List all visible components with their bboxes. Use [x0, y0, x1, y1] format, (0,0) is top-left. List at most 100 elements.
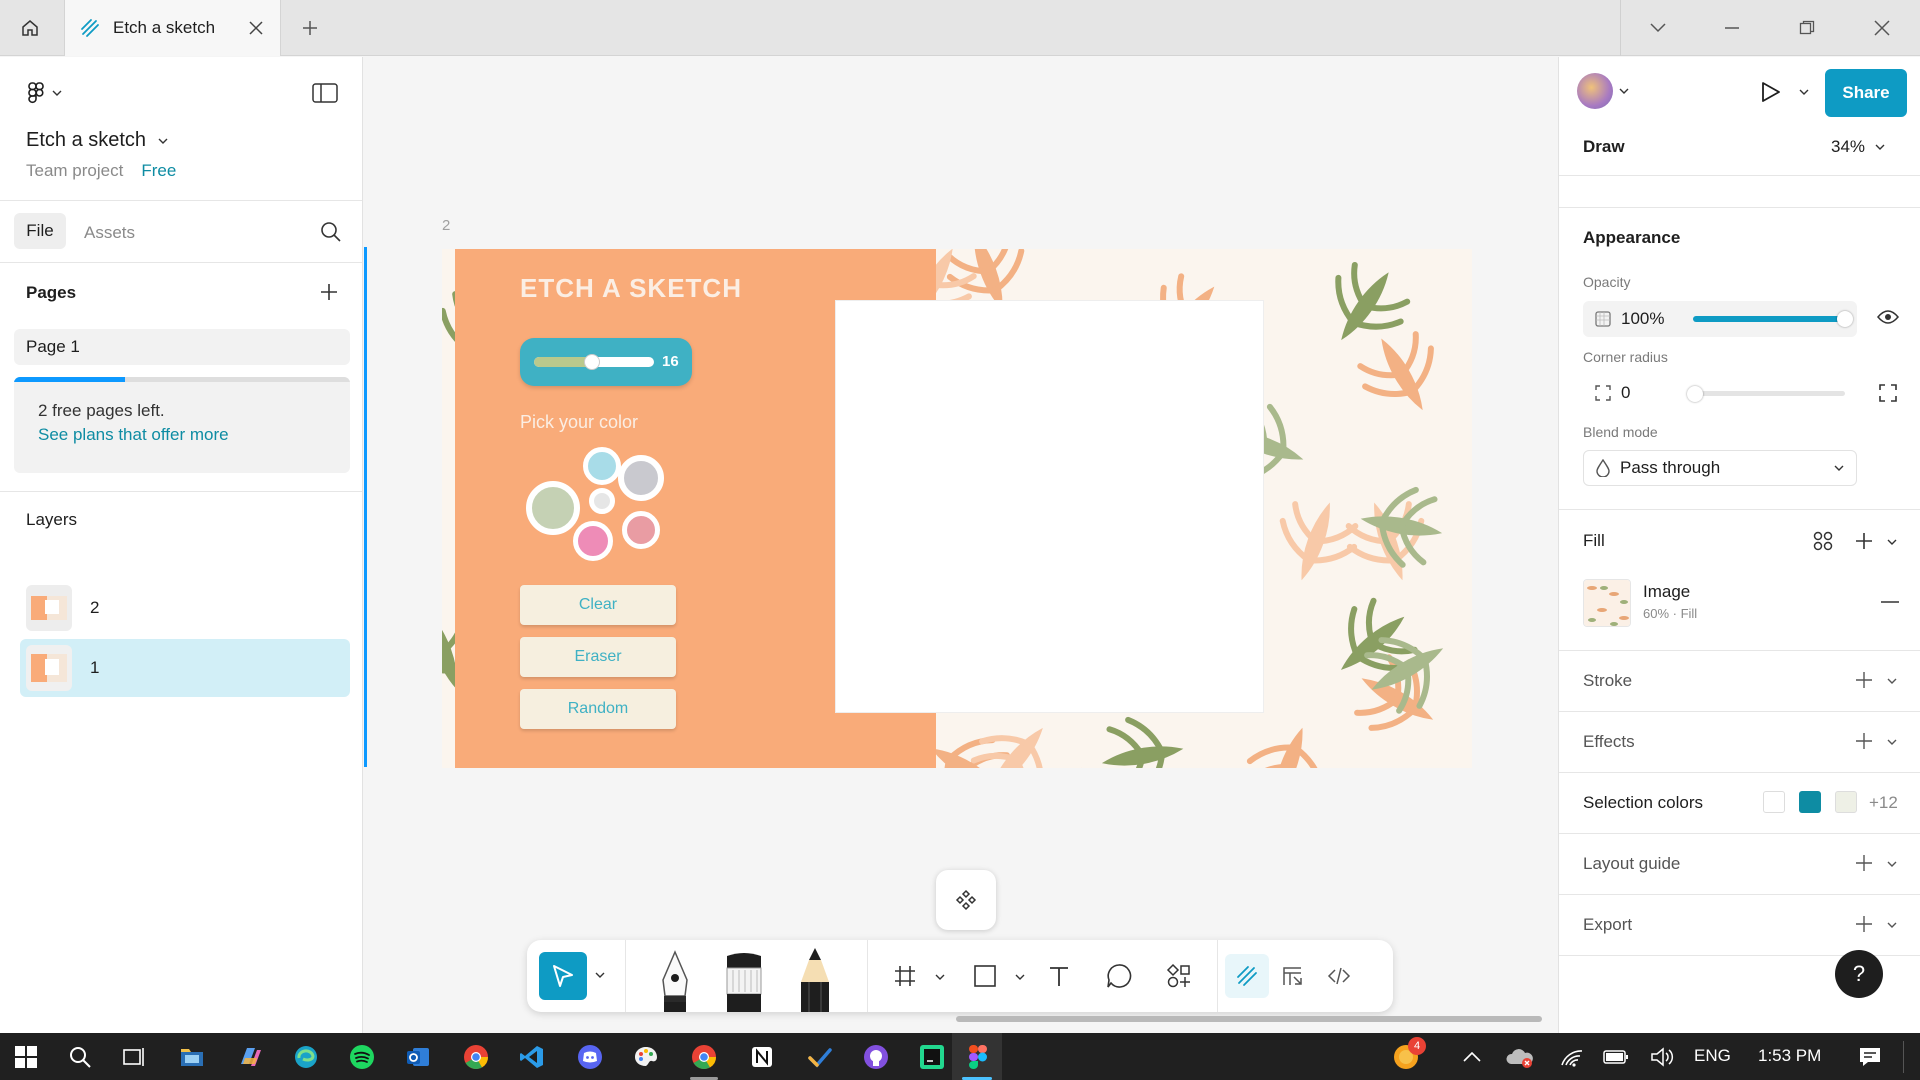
chevron-down-icon[interactable]	[1887, 861, 1897, 867]
add-page-icon[interactable]	[320, 283, 338, 301]
eraser-button[interactable]: Eraser	[520, 637, 676, 677]
chevron-down-icon[interactable]	[1015, 974, 1025, 980]
size-slider-thumb[interactable]	[584, 354, 600, 370]
spotify-icon[interactable]	[346, 1041, 378, 1073]
comment-tool[interactable]	[1097, 954, 1141, 998]
selection-color-cream[interactable]	[1835, 791, 1857, 813]
remove-fill-icon[interactable]	[1881, 600, 1899, 604]
assets-tool[interactable]	[1157, 954, 1201, 998]
drawing-area[interactable]	[835, 300, 1264, 713]
share-button[interactable]: Share	[1825, 69, 1907, 117]
actions-button[interactable]	[936, 870, 996, 930]
tab-assets[interactable]: Assets	[84, 223, 135, 243]
chevron-down-icon[interactable]	[1640, 14, 1676, 42]
eye-icon[interactable]	[1877, 309, 1899, 325]
clear-button[interactable]: Clear	[520, 585, 676, 625]
frame-tool[interactable]	[883, 954, 927, 998]
color-swatch-sage[interactable]	[526, 481, 580, 535]
pen-tool[interactable]	[655, 950, 695, 1012]
file-manager-icon[interactable]	[176, 1041, 208, 1073]
clion-icon[interactable]	[916, 1041, 948, 1073]
plan-badge[interactable]: Free	[141, 161, 176, 181]
chrome-icon[interactable]	[460, 1041, 492, 1073]
clock[interactable]: 1:53 PM	[1758, 1046, 1821, 1066]
color-swatch-gray[interactable]	[618, 455, 664, 501]
corner-radius-slider[interactable]	[1693, 391, 1845, 396]
show-desktop-divider[interactable]	[1903, 1041, 1904, 1073]
corner-radius-field[interactable]: 0	[1583, 375, 1857, 411]
add-layout-guide-icon[interactable]	[1855, 854, 1873, 872]
language-indicator[interactable]: ENG	[1694, 1046, 1731, 1066]
horizontal-scrollbar[interactable]	[956, 1016, 1542, 1022]
battery-icon[interactable]	[1600, 1041, 1632, 1073]
color-swatch-pink[interactable]	[573, 521, 613, 561]
draw-mode-toggle[interactable]	[1225, 954, 1269, 998]
frame[interactable]: ETCH A SKETCH 16 Pick your color Clear E…	[442, 249, 1472, 768]
notion-icon[interactable]	[746, 1041, 778, 1073]
layer-row[interactable]: 2	[20, 579, 350, 637]
volume-icon[interactable]	[1646, 1041, 1678, 1073]
dev-mode-toggle[interactable]	[1317, 954, 1361, 998]
figma-app-icon[interactable]	[962, 1041, 994, 1073]
github-icon[interactable]	[860, 1041, 892, 1073]
add-effect-icon[interactable]	[1855, 732, 1873, 750]
canvas[interactable]: 2 ETCH A SKETCH 16 Pick your color Clear…	[364, 57, 1558, 1033]
zoom-control[interactable]: 34%	[1831, 137, 1885, 157]
chevron-down-icon[interactable]	[595, 972, 605, 978]
see-plans-link[interactable]: See plans that offer more	[38, 425, 229, 445]
present-play-icon[interactable]	[1761, 81, 1781, 103]
independent-corners-icon[interactable]	[1879, 384, 1897, 402]
add-fill-icon[interactable]	[1855, 532, 1873, 550]
edge-icon[interactable]	[290, 1041, 322, 1073]
user-menu[interactable]	[1577, 73, 1629, 109]
layer-row-selected[interactable]: 1	[20, 639, 350, 697]
notifications-icon[interactable]	[1854, 1041, 1886, 1073]
windows-start-icon[interactable]	[10, 1041, 42, 1073]
search-icon[interactable]	[64, 1041, 96, 1073]
new-tab-icon[interactable]	[296, 16, 324, 40]
chevron-up-icon[interactable]	[1456, 1041, 1488, 1073]
file-name-button[interactable]: Etch a sketch	[26, 129, 168, 152]
styles-grid-icon[interactable]	[1813, 531, 1833, 551]
pencil-tool[interactable]	[795, 946, 835, 1012]
minimize-icon[interactable]	[1714, 14, 1750, 42]
paint-icon[interactable]	[630, 1041, 662, 1073]
chevron-down-icon[interactable]	[1887, 539, 1897, 545]
file-tab[interactable]: Etch a sketch	[64, 0, 281, 56]
blend-mode-select[interactable]: Pass through	[1583, 450, 1857, 486]
color-swatch-light-blue[interactable]	[583, 447, 621, 485]
task-view-icon[interactable]	[118, 1041, 150, 1073]
chrome-profile-icon[interactable]	[688, 1041, 720, 1073]
design-mode-toggle[interactable]	[1271, 954, 1315, 998]
todo-icon[interactable]	[804, 1041, 836, 1073]
home-icon[interactable]	[14, 14, 46, 42]
color-swatch-light-gray[interactable]	[589, 488, 615, 514]
wifi-icon[interactable]	[1556, 1041, 1588, 1073]
shape-tool[interactable]	[963, 954, 1007, 998]
restore-icon[interactable]	[1789, 14, 1825, 42]
outlook-icon[interactable]	[402, 1041, 434, 1073]
help-button[interactable]: ?	[1835, 950, 1883, 998]
close-tab-icon[interactable]	[248, 20, 264, 36]
search-icon[interactable]	[320, 221, 342, 243]
random-button[interactable]: Random	[520, 689, 676, 729]
add-export-icon[interactable]	[1855, 915, 1873, 933]
page-item-page-1[interactable]: Page 1	[14, 329, 350, 365]
frame-label[interactable]: 2	[442, 217, 450, 234]
corner-radius-slider-thumb[interactable]	[1687, 386, 1703, 402]
add-stroke-icon[interactable]	[1855, 671, 1873, 689]
text-tool[interactable]	[1037, 954, 1081, 998]
discord-icon[interactable]	[574, 1041, 606, 1073]
chevron-down-icon[interactable]	[1887, 678, 1897, 684]
panel-toggle-icon[interactable]	[312, 83, 338, 103]
fill-image-thumbnail[interactable]	[1583, 579, 1631, 627]
chevron-down-icon[interactable]	[935, 974, 945, 980]
move-tool[interactable]	[539, 952, 587, 1000]
opacity-slider[interactable]	[1693, 316, 1845, 322]
chevron-down-icon[interactable]	[1887, 922, 1897, 928]
close-window-icon[interactable]	[1864, 14, 1900, 42]
chevron-down-icon[interactable]	[1887, 739, 1897, 745]
main-menu-button[interactable]	[26, 81, 62, 105]
selection-color-white[interactable]	[1763, 791, 1785, 813]
marker-tool[interactable]	[723, 950, 765, 1012]
